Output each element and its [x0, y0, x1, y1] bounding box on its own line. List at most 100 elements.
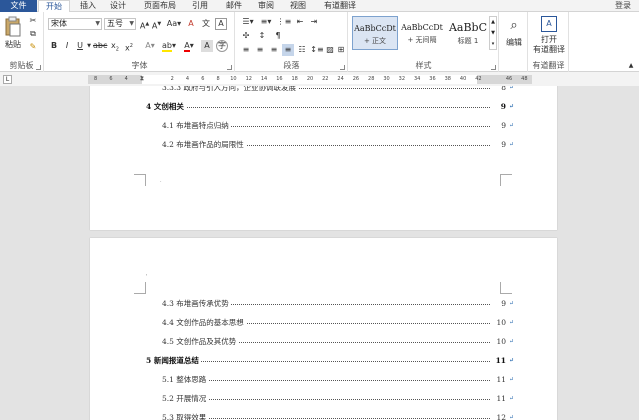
toc-entry[interactable]: 4.1 布堆画特点归纳 9 ↵: [146, 120, 514, 132]
style-name: + 正文: [363, 37, 387, 45]
shrink-font-icon[interactable]: A▼: [151, 18, 162, 31]
collapse-ribbon-icon[interactable]: ▲: [626, 60, 636, 72]
multilevel-list-icon[interactable]: ⋮≡: [276, 16, 292, 28]
copy-icon[interactable]: ⧉: [26, 28, 40, 40]
chinese-layout-icon[interactable]: ✣: [240, 30, 252, 42]
font-color-icon[interactable]: A▾: [181, 40, 197, 52]
tab-youdao[interactable]: 有道翻译: [318, 0, 362, 12]
paste-button[interactable]: [4, 16, 22, 38]
tab-insert[interactable]: 插入: [76, 0, 100, 12]
clipboard-launcher-icon[interactable]: [36, 65, 41, 70]
line-spacing-icon[interactable]: ↕≡: [310, 44, 324, 56]
grow-font-icon[interactable]: A▲: [139, 18, 150, 31]
ruler-tick-label: 38: [444, 76, 451, 82]
toc-entry[interactable]: 4 文创相关 9 ↵: [146, 101, 514, 113]
crop-mark: [500, 282, 512, 294]
font-name-select[interactable]: 宋体 ▼: [48, 18, 102, 30]
italic-icon[interactable]: I: [62, 40, 72, 52]
bullets-icon[interactable]: ☰▾: [240, 16, 256, 28]
tab-file[interactable]: 文件: [0, 0, 37, 12]
align-left-icon[interactable]: ≡: [240, 44, 252, 56]
toc-entry[interactable]: 5.2 开展情况 11 ↵: [146, 393, 514, 405]
document-page[interactable]: ' 4.3 布堆画传承优势 9 ↵ 4.4 文创作品的基本思想 10 ↵ 4.5 文创作品及…: [90, 238, 557, 420]
tab-mailings[interactable]: 邮件: [222, 0, 246, 12]
char-border-icon[interactable]: A: [215, 18, 227, 30]
highlight-icon[interactable]: ab▾: [161, 40, 177, 52]
toc-entry[interactable]: 5.3 取得效果 12 ↵: [146, 412, 514, 420]
toc-entry[interactable]: 3.3.3 政府与引入方向，企业协调联发展 8 ↵: [146, 86, 514, 94]
styles-launcher-icon[interactable]: [491, 65, 496, 70]
tab-view[interactable]: 视图: [286, 0, 310, 12]
format-painter-icon[interactable]: ✎: [26, 41, 40, 53]
font-launcher-icon[interactable]: [227, 65, 232, 70]
sort-icon[interactable]: ↕: [256, 30, 268, 42]
open-youdao-button-line2[interactable]: 有道翻译: [529, 44, 569, 56]
style-no-spacing[interactable]: AaBbCcDt + 无间隔: [399, 16, 445, 50]
editing-button[interactable]: 编辑: [500, 37, 528, 49]
tab-review[interactable]: 审阅: [254, 0, 278, 12]
text-effects-icon[interactable]: A▾: [142, 40, 158, 52]
subscript-icon[interactable]: x2: [109, 40, 121, 53]
translate-icon[interactable]: A: [541, 16, 557, 32]
borders-icon[interactable]: ⊞: [336, 44, 346, 56]
clipboard-group: 粘贴 ✂ ⧉ ✎ 剪贴板: [0, 12, 44, 72]
font-size-select[interactable]: 五号 ▼: [104, 18, 136, 30]
bold-icon[interactable]: B: [49, 40, 59, 52]
crop-mark: [134, 282, 146, 294]
toc-entry[interactable]: 5 新闻报道总结 11 ↵: [146, 355, 514, 367]
align-right-icon[interactable]: ≡: [268, 44, 280, 56]
tab-selector-icon[interactable]: L: [3, 75, 12, 84]
document-area[interactable]: 3.3.3 政府与引入方向，企业协调联发展 8 ↵ 4 文创相关 9 ↵ 4.1 布堆画特点…: [0, 86, 639, 420]
styles-scroll[interactable]: ▲ ▼ ▾: [489, 16, 497, 50]
increase-indent-icon[interactable]: ⇥: [308, 16, 320, 28]
shading-icon[interactable]: ▨: [324, 44, 336, 56]
align-center-icon[interactable]: ≡: [254, 44, 266, 56]
styles-group: AaBbCcDt + 正文 AaBbCcDt + 无间隔 AaBbC 标题 1 …: [349, 12, 499, 72]
justify-icon[interactable]: ≡: [282, 44, 294, 56]
toc-leader-dots: [162, 399, 490, 400]
show-marks-icon[interactable]: ¶: [272, 30, 284, 42]
toc-entry[interactable]: 4.3 布堆画传承优势 9 ↵: [146, 298, 514, 310]
toc-entry[interactable]: 4.5 文创作品及其优势 10 ↵: [146, 336, 514, 348]
chevron-down-icon: ▼: [129, 20, 134, 27]
strikethrough-icon[interactable]: abc: [93, 40, 107, 52]
phonetic-guide-icon[interactable]: 文: [200, 18, 212, 30]
paste-label[interactable]: 粘贴: [2, 39, 24, 51]
superscript-icon[interactable]: x2: [123, 40, 135, 53]
change-case-icon[interactable]: Aa▾: [166, 18, 182, 30]
cut-icon[interactable]: ✂: [26, 15, 40, 27]
char-shading-icon[interactable]: A: [201, 40, 213, 52]
enclose-chars-icon[interactable]: 字: [216, 40, 228, 52]
ruler-tick-label: 22: [322, 76, 329, 82]
paragraph-launcher-icon[interactable]: [340, 65, 345, 70]
decrease-indent-icon[interactable]: ⇤: [294, 16, 306, 28]
tab-design[interactable]: 设计: [106, 0, 130, 12]
toc-entry-page-number: 10: [496, 318, 506, 327]
crop-mark: [134, 174, 146, 186]
underline-icon[interactable]: U: [75, 40, 85, 52]
style-sample: AaBbCcDt: [354, 24, 396, 33]
horizontal-ruler[interactable]: 8 6 4 2 2 4 6 8 10 12 14 16 18 20 22 24 26 28 30 32 34 36 38 40…: [88, 75, 532, 84]
toc-entry[interactable]: 4.4 文创作品的基本思想 10 ↵: [146, 317, 514, 329]
chevron-down-icon: ▼: [95, 20, 100, 27]
paragraph-mark-icon: ↵: [508, 122, 514, 129]
document-page[interactable]: 3.3.3 政府与引入方向，企业协调联发展 8 ↵ 4 文创相关 9 ↵ 4.1 布堆画特点…: [90, 86, 557, 230]
tab-references[interactable]: 引用: [188, 0, 212, 12]
ruler-tick-label: 28: [368, 76, 375, 82]
toc-entry[interactable]: 5.1 整体思路 11 ↵: [146, 374, 514, 386]
clear-formatting-icon[interactable]: A: [185, 18, 197, 30]
distributed-icon[interactable]: ☷: [296, 44, 308, 56]
style-normal[interactable]: AaBbCcDt + 正文: [352, 16, 398, 50]
login-link[interactable]: 登录: [615, 0, 631, 12]
toc-entry[interactable]: 4.2 布堆画作品的局限性 9 ↵: [146, 139, 514, 151]
binoculars-icon[interactable]: ⌕: [504, 18, 524, 34]
indent-marker-icon[interactable]: ⧗: [140, 75, 144, 83]
toc-entry-title: 5 新闻报道总结: [146, 355, 201, 367]
toc-entry-page-number: 9: [501, 121, 506, 130]
tab-page-layout[interactable]: 页面布局: [140, 0, 180, 12]
numbering-icon[interactable]: ≡▾: [258, 16, 274, 28]
style-heading-1[interactable]: AaBbC 标题 1: [445, 16, 491, 50]
toc-entry-page-number: 9: [501, 140, 506, 149]
chevron-down-icon[interactable]: ▼: [86, 40, 92, 52]
ruler-tick-label: 30: [383, 76, 390, 82]
